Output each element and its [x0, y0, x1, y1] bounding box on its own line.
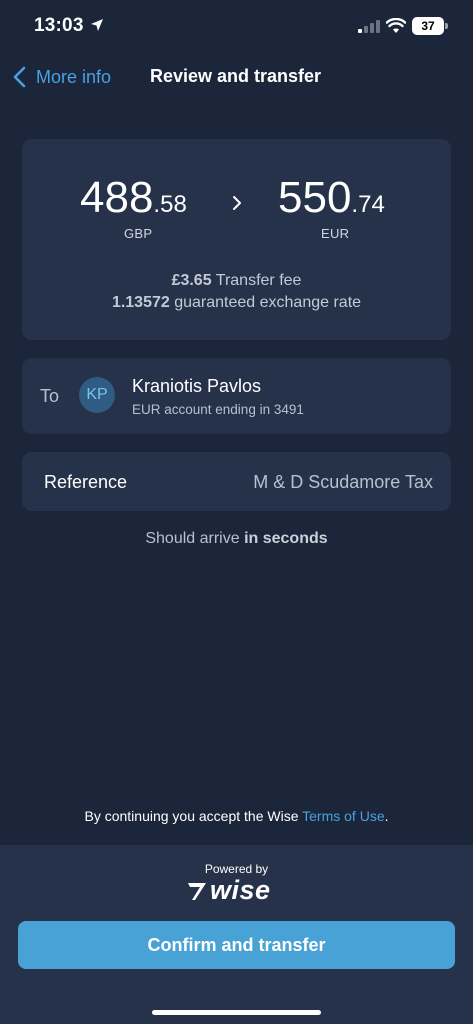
bottom-panel: Powered by wise Confirm and transfer	[0, 845, 473, 1024]
home-indicator[interactable]	[152, 1010, 321, 1015]
recipient-card[interactable]: To KP Kraniotis Pavlos EUR account endin…	[22, 358, 451, 434]
signal-icon	[358, 20, 380, 33]
wise-logo: wise	[186, 875, 288, 905]
status-bar: 13:03 37	[0, 0, 473, 52]
receive-amount-whole: 550	[278, 173, 352, 222]
send-currency: GBP	[124, 226, 153, 241]
avatar: KP	[79, 377, 115, 413]
send-amount-whole: 488	[80, 173, 154, 222]
arrival-emphasis: in seconds	[244, 530, 328, 547]
back-button[interactable]: More info	[12, 63, 111, 91]
arrival-estimate: Should arrive in seconds	[0, 530, 473, 548]
rate-label: guaranteed exchange rate	[169, 294, 362, 311]
receive-currency: EUR	[321, 226, 350, 241]
terms-prefix: By continuing you accept the Wise	[84, 808, 303, 824]
fee-value: £3.65	[171, 272, 212, 289]
reference-label: Reference	[44, 472, 128, 492]
back-button-label: More info	[36, 66, 112, 87]
status-time: 13:03	[34, 15, 84, 36]
nav-bar: More info Review and transfer	[0, 55, 473, 99]
confirm-transfer-button[interactable]: Confirm and transfer	[18, 921, 455, 969]
receive-amount: 550.74	[278, 173, 385, 223]
reference-card[interactable]: Reference M & D Scudamore Tax	[22, 452, 451, 511]
exchange-rate: 1.13572 guaranteed exchange rate	[22, 294, 451, 312]
send-amount: 488.58	[80, 173, 187, 223]
terms-of-use-link[interactable]: Terms of Use	[302, 808, 384, 824]
chevron-right-icon	[233, 196, 241, 210]
location-arrow-icon	[91, 19, 103, 31]
chevron-left-icon	[13, 66, 26, 88]
wifi-icon	[386, 18, 406, 33]
fee-label: Transfer fee	[211, 272, 302, 289]
receive-amount-decimal: .74	[351, 191, 385, 218]
recipient-account: EUR account ending in 3491	[132, 402, 304, 417]
recipient-name: Kraniotis Pavlos	[132, 376, 262, 396]
terms-suffix: .	[384, 808, 389, 824]
to-label: To	[40, 386, 60, 406]
wise-flag-icon	[188, 883, 206, 900]
send-amount-decimal: .58	[153, 191, 187, 218]
amount-summary-card: 488.58 GBP 550.74 EUR £3.65 Transfer fee…	[22, 139, 451, 340]
battery-icon: 37	[412, 17, 444, 35]
arrival-prefix: Should arrive	[145, 530, 245, 547]
battery-tip	[445, 23, 448, 29]
transfer-fee: £3.65 Transfer fee	[22, 272, 451, 290]
rate-value: 1.13572	[111, 294, 170, 311]
powered-by-label: Powered by	[204, 862, 269, 876]
reference-value: M & D Scudamore Tax	[253, 472, 433, 492]
terms-notice: By continuing you accept the Wise Terms …	[0, 808, 473, 824]
wise-logo-text: wise	[210, 875, 271, 905]
page-title: Review and transfer	[150, 66, 322, 86]
